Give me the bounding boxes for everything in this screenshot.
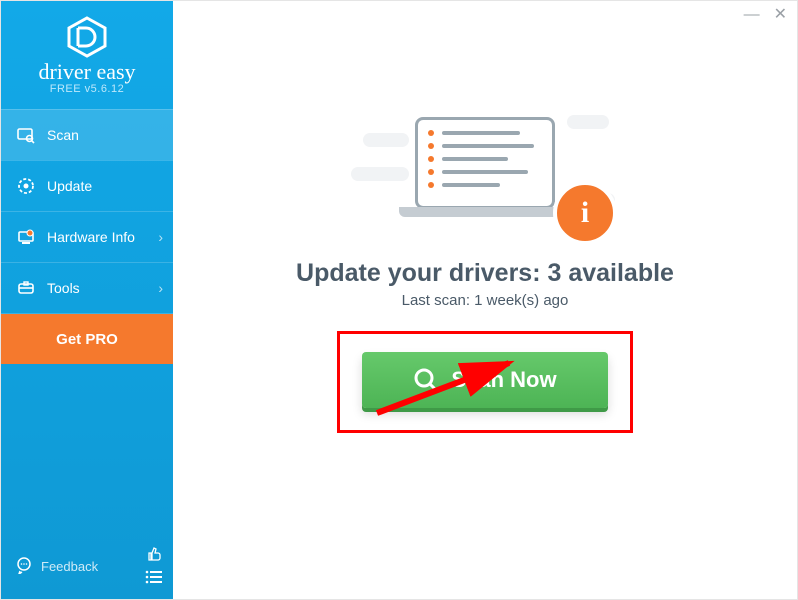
chevron-right-icon: › <box>158 229 163 245</box>
logo-icon <box>65 15 109 59</box>
brand-name: driver easy <box>1 61 173 83</box>
main-panel: — ✕ <box>173 1 797 599</box>
thumbs-up-icon[interactable] <box>145 545 163 566</box>
laptop-graphic <box>399 117 571 227</box>
logo: driver easy FREE v5.6.12 <box>1 1 173 105</box>
update-icon <box>15 177 37 195</box>
get-pro-label: Get PRO <box>56 331 118 348</box>
minimize-button[interactable]: — <box>744 7 760 23</box>
sidebar-item-label: Hardware Info <box>47 229 135 245</box>
sidebar-item-hardware-info[interactable]: Hardware Info › <box>1 211 173 262</box>
close-button[interactable]: ✕ <box>774 7 787 23</box>
sidebar-item-label: Tools <box>47 280 80 296</box>
nav: Scan Update Hardware Info › Tools <box>1 109 173 314</box>
sidebar-item-label: Update <box>47 178 92 194</box>
brand-version: FREE v5.6.12 <box>1 83 173 95</box>
chevron-right-icon: › <box>158 280 163 296</box>
window-controls: — ✕ <box>744 7 787 23</box>
cloud-shape <box>567 115 609 129</box>
hardware-icon <box>15 228 37 246</box>
info-badge-icon: i <box>553 181 617 245</box>
sidebar-item-update[interactable]: Update <box>1 160 173 211</box>
illustration: i <box>355 101 615 241</box>
get-pro-button[interactable]: Get PRO <box>1 314 173 364</box>
scan-now-label: Scan Now <box>451 367 556 393</box>
sidebar-item-label: Scan <box>47 127 79 143</box>
scan-icon <box>15 126 37 144</box>
sidebar-item-scan[interactable]: Scan <box>1 109 173 160</box>
app-window: driver easy FREE v5.6.12 Scan Update <box>0 0 798 600</box>
menu-list-icon[interactable] <box>145 570 163 587</box>
magnifier-icon <box>413 367 439 393</box>
last-scan-text: Last scan: 1 week(s) ago <box>173 292 797 309</box>
feedback-label[interactable]: Feedback <box>41 559 98 574</box>
headline: Update your drivers: 3 available <box>173 259 797 288</box>
spacer <box>1 364 173 537</box>
highlight-box: Scan Now <box>337 331 633 433</box>
sidebar-item-tools[interactable]: Tools › <box>1 262 173 314</box>
scan-now-button[interactable]: Scan Now <box>362 352 608 408</box>
content: i Update your drivers: 3 available Last … <box>173 1 797 433</box>
feedback-icon[interactable] <box>15 556 33 577</box>
sidebar: driver easy FREE v5.6.12 Scan Update <box>1 1 173 599</box>
tools-icon <box>15 279 37 297</box>
sidebar-bottom: Feedback <box>1 537 173 599</box>
